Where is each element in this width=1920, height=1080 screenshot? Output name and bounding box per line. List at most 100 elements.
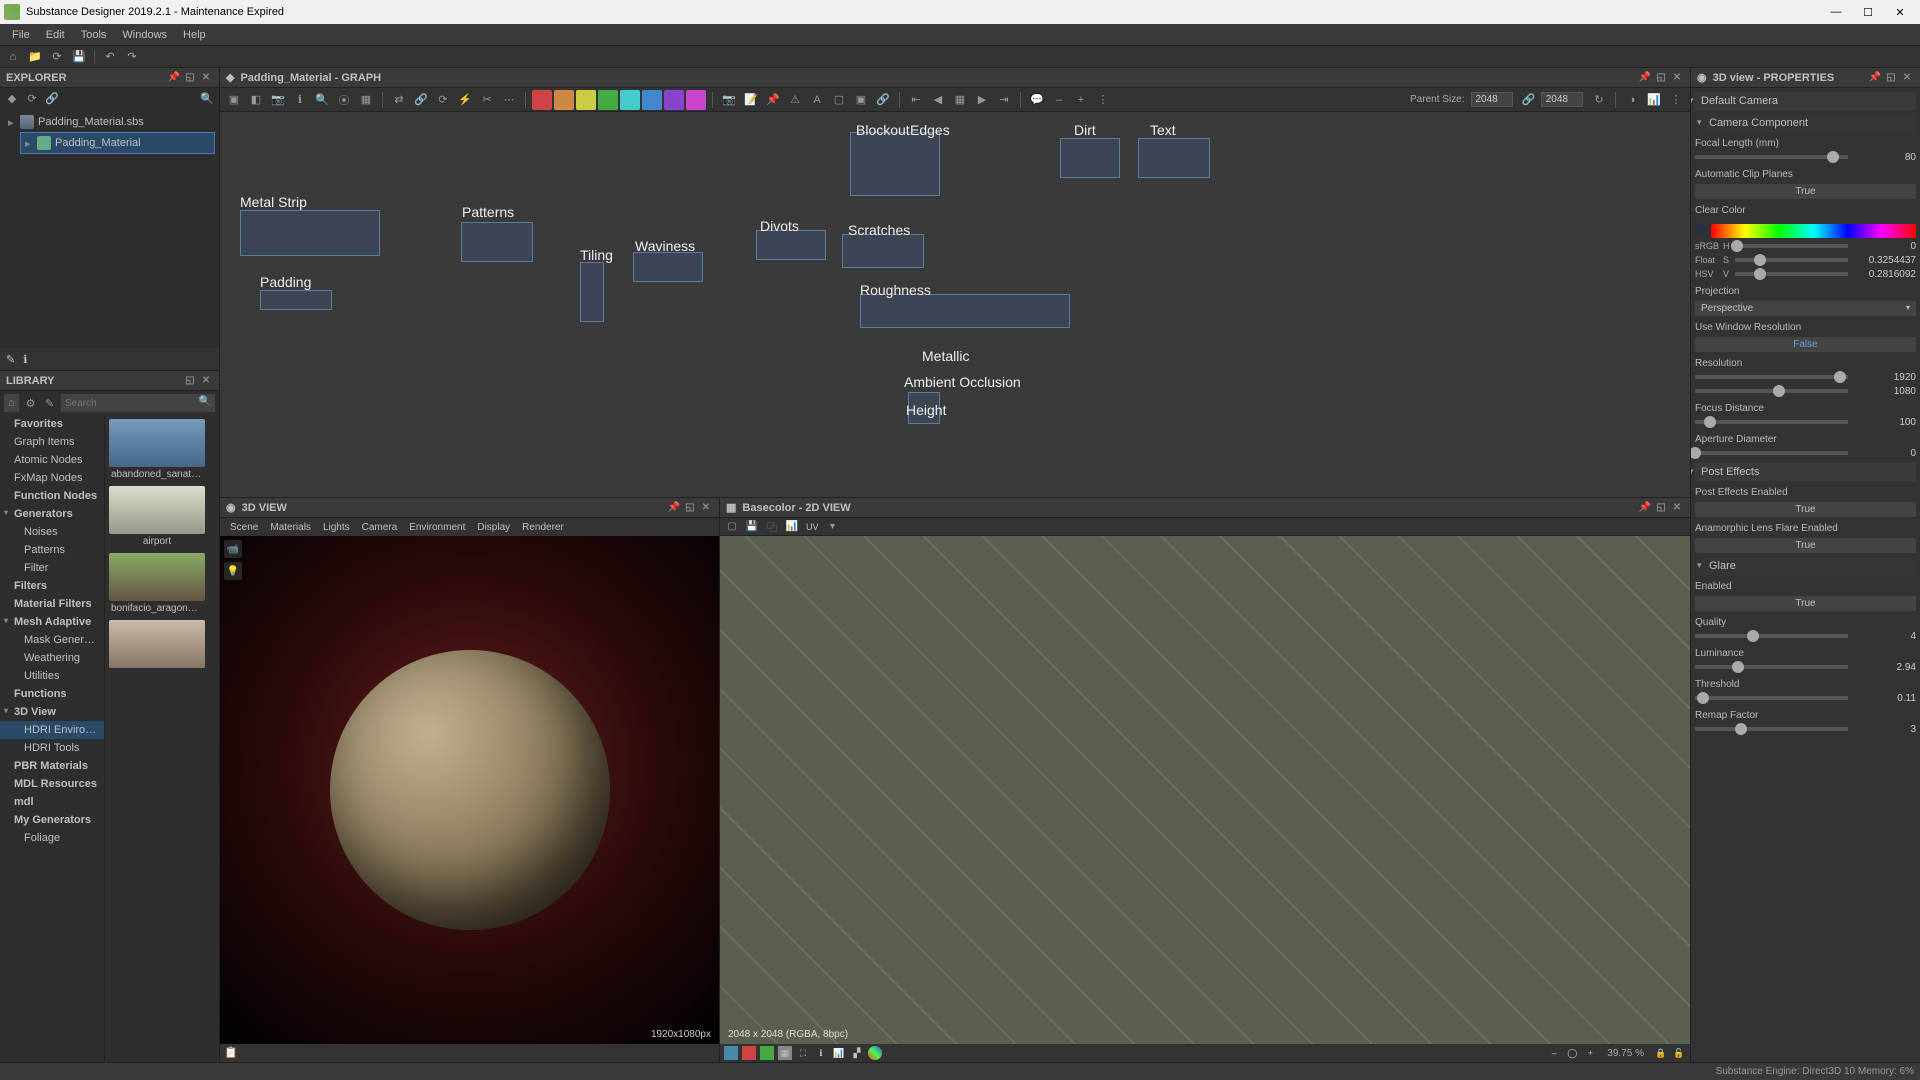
library-tree-item[interactable]: Mask Generat... bbox=[0, 631, 104, 649]
focusdist-slider[interactable] bbox=[1695, 420, 1848, 424]
screenshot-icon[interactable]: 📷 bbox=[719, 90, 739, 110]
library-tree-item[interactable]: Filters bbox=[0, 577, 104, 595]
save-icon[interactable]: 💾 bbox=[744, 519, 760, 535]
graph-group[interactable] bbox=[842, 234, 924, 268]
menu-help[interactable]: Help bbox=[175, 27, 214, 43]
popout-icon[interactable]: ◱ bbox=[183, 71, 197, 85]
lock-icon[interactable]: 🔒 bbox=[1654, 1046, 1668, 1060]
aperture-slider[interactable] bbox=[1695, 451, 1848, 455]
zoom-in-icon[interactable]: + bbox=[1583, 1046, 1597, 1060]
menu-scene[interactable]: Scene bbox=[224, 522, 264, 533]
channel-r-icon[interactable] bbox=[742, 1046, 756, 1060]
frame-icon[interactable]: ▢ bbox=[829, 90, 849, 110]
library-tree-item[interactable]: HDRI Tools bbox=[0, 739, 104, 757]
menu-edit[interactable]: Edit bbox=[38, 27, 73, 43]
text-icon[interactable]: A bbox=[807, 90, 827, 110]
align-center-icon[interactable]: ▦ bbox=[950, 90, 970, 110]
channel-g-icon[interactable] bbox=[760, 1046, 774, 1060]
library-tree-item[interactable]: My Generators bbox=[0, 811, 104, 829]
log-icon[interactable]: 📋 bbox=[224, 1046, 238, 1060]
channel-rgba-icon[interactable] bbox=[724, 1046, 738, 1060]
chevron-down-icon[interactable]: ▾ bbox=[825, 519, 841, 535]
undo-icon[interactable]: ↶ bbox=[101, 48, 119, 66]
menu-camera[interactable]: Camera bbox=[356, 522, 404, 533]
wand-icon[interactable]: ✎ bbox=[6, 353, 15, 366]
color-magenta-icon[interactable] bbox=[686, 90, 706, 110]
autoclip-toggle[interactable]: True bbox=[1695, 184, 1916, 199]
color-picker-icon[interactable] bbox=[868, 1046, 882, 1060]
edit-icon[interactable]: ✎ bbox=[42, 394, 57, 412]
refresh-icon[interactable]: ⟳ bbox=[48, 48, 66, 66]
search-icon[interactable]: 🔍 bbox=[199, 90, 215, 106]
remap-slider[interactable] bbox=[1695, 727, 1848, 731]
plus-icon[interactable]: + bbox=[1071, 90, 1091, 110]
library-tree-item[interactable]: Function Nodes bbox=[0, 487, 104, 505]
graph-group[interactable] bbox=[580, 262, 604, 322]
target-icon[interactable]: ⦿ bbox=[334, 90, 354, 110]
select-icon[interactable]: ▣ bbox=[224, 90, 244, 110]
menu-environment[interactable]: Environment bbox=[403, 522, 471, 533]
menu-lights[interactable]: Lights bbox=[317, 522, 356, 533]
tree-package[interactable]: ▸ Padding_Material.sbs bbox=[4, 112, 215, 132]
anamorphic-toggle[interactable]: True bbox=[1695, 538, 1916, 553]
library-thumb[interactable]: abandoned_sanator... bbox=[109, 419, 205, 482]
redo-icon[interactable]: ↷ bbox=[123, 48, 141, 66]
library-tree-item[interactable]: FxMap Nodes bbox=[0, 469, 104, 487]
popout-icon[interactable]: ◱ bbox=[1654, 71, 1668, 85]
autolayout-icon[interactable]: ⇄ bbox=[389, 90, 409, 110]
pin-icon[interactable]: 📌 bbox=[1638, 501, 1652, 515]
properties-body[interactable]: Default Camera Camera Component Focal Le… bbox=[1691, 88, 1920, 1062]
close-icon[interactable]: ✕ bbox=[1900, 71, 1914, 85]
graph-group[interactable] bbox=[850, 132, 940, 196]
menu-file[interactable]: File bbox=[4, 27, 38, 43]
warning-icon[interactable]: ⚠ bbox=[785, 90, 805, 110]
color-green-icon[interactable] bbox=[598, 90, 618, 110]
menu-windows[interactable]: Windows bbox=[114, 27, 175, 43]
library-tree-item[interactable]: Foliage bbox=[0, 829, 104, 847]
color-red-icon[interactable] bbox=[532, 90, 552, 110]
wand-icon[interactable]: ⚡ bbox=[455, 90, 475, 110]
section-posteffects[interactable]: Post Effects bbox=[1695, 463, 1916, 481]
graph-group[interactable] bbox=[260, 290, 332, 310]
align-left-icon[interactable]: ◀ bbox=[928, 90, 948, 110]
color-yellow-icon[interactable] bbox=[576, 90, 596, 110]
refresh-icon[interactable]: ⟳ bbox=[24, 90, 40, 106]
library-tree-item[interactable]: Functions bbox=[0, 685, 104, 703]
close-button[interactable]: ✕ bbox=[1886, 2, 1914, 22]
popout-icon[interactable]: ◱ bbox=[183, 374, 197, 388]
graph-group[interactable] bbox=[1060, 138, 1120, 178]
levels-icon[interactable]: 📊 bbox=[784, 519, 800, 535]
section-camera-component[interactable]: Camera Component bbox=[1703, 114, 1916, 132]
zoom-reset-icon[interactable]: ◯ bbox=[1565, 1046, 1579, 1060]
library-tree-item[interactable]: Weathering bbox=[0, 649, 104, 667]
close-icon[interactable]: ✕ bbox=[1670, 501, 1684, 515]
light-icon[interactable]: 💡 bbox=[224, 562, 242, 580]
zoom-out-icon[interactable]: – bbox=[1547, 1046, 1561, 1060]
library-tree-item[interactable]: Filter bbox=[0, 559, 104, 577]
graph-canvas[interactable]: Metal StripPaddingPatternsTilingWaviness… bbox=[220, 112, 1690, 497]
comment-icon[interactable]: 💬 bbox=[1027, 90, 1047, 110]
graph-group[interactable] bbox=[756, 230, 826, 260]
camera-icon[interactable]: 📹 bbox=[224, 540, 242, 558]
reset-size-icon[interactable]: ↻ bbox=[1589, 90, 1609, 110]
popout-icon[interactable]: ◱ bbox=[1654, 501, 1668, 515]
posteffects-enabled-toggle[interactable]: True bbox=[1695, 502, 1916, 517]
link2-icon[interactable]: 🔗 bbox=[873, 90, 893, 110]
resolution-w-slider[interactable] bbox=[1695, 375, 1848, 379]
pin-icon[interactable]: 📌 bbox=[167, 71, 181, 85]
glare-enabled-toggle[interactable]: True bbox=[1695, 596, 1916, 611]
info-icon[interactable]: ℹ bbox=[23, 353, 27, 366]
link-icon[interactable]: 🔗 bbox=[411, 90, 431, 110]
library-thumb[interactable]: airport bbox=[109, 486, 205, 549]
parent-size-w[interactable]: 2048 bbox=[1471, 92, 1513, 107]
popout-icon[interactable]: ◱ bbox=[683, 501, 697, 515]
align-back-icon[interactable]: ⇤ bbox=[906, 90, 926, 110]
library-tree[interactable]: FavoritesGraph ItemsAtomic NodesFxMap No… bbox=[0, 415, 105, 1062]
threshold-slider[interactable] bbox=[1695, 696, 1848, 700]
open-icon[interactable]: 📁 bbox=[26, 48, 44, 66]
usewinres-toggle[interactable]: False bbox=[1695, 337, 1916, 352]
minus-icon[interactable]: – bbox=[1049, 90, 1069, 110]
library-tree-item[interactable]: Noises bbox=[0, 523, 104, 541]
library-tree-item[interactable]: PBR Materials bbox=[0, 757, 104, 775]
zoom-icon[interactable]: 🔍 bbox=[312, 90, 332, 110]
